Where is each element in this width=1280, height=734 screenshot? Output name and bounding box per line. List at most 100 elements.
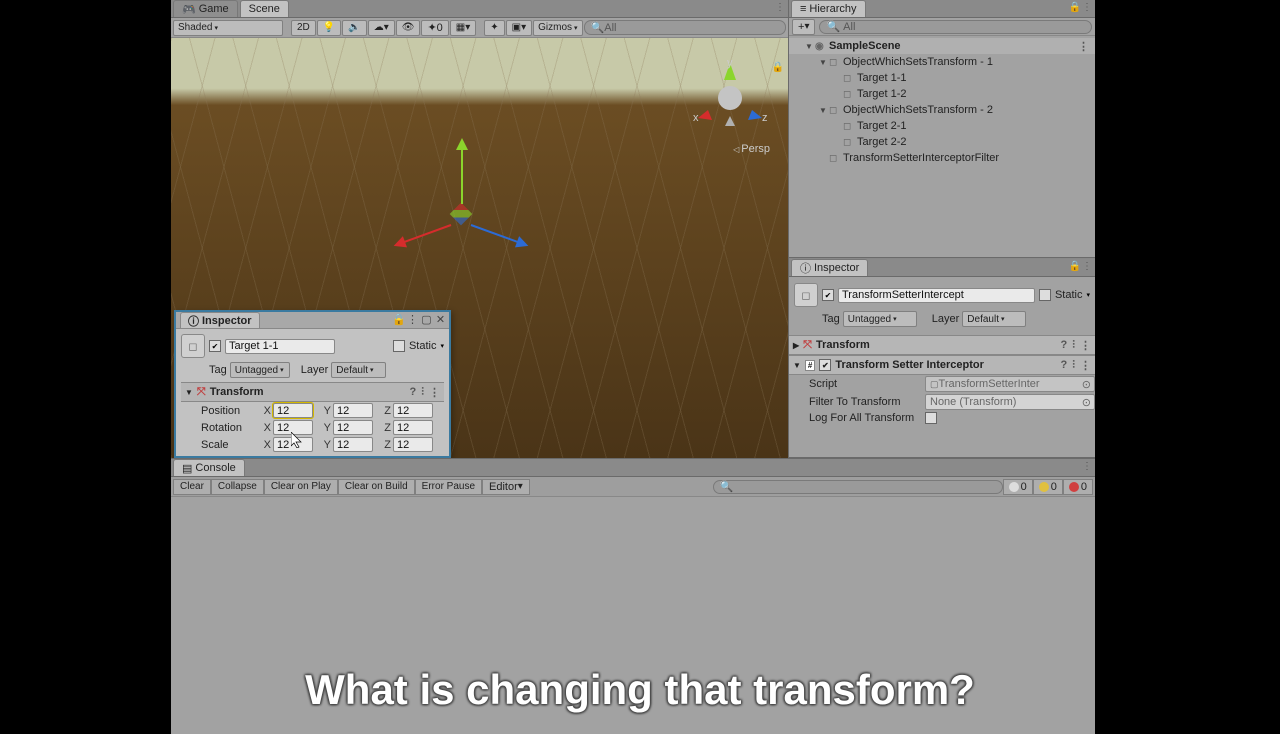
scale-y-input[interactable] bbox=[333, 437, 373, 452]
tree-row[interactable]: ◻TransformSetterInterceptorFilter bbox=[789, 150, 1095, 166]
transform-component-header[interactable]: ▶ ⤧ Transform ?⫶⋮ bbox=[789, 335, 1095, 355]
gizmos-dropdown[interactable]: Gizmos bbox=[533, 20, 582, 36]
script-component-header[interactable]: ▼ # ✔ Transform Setter Interceptor ?⫶⋮ bbox=[789, 355, 1095, 375]
layer-label: Layer bbox=[301, 364, 329, 376]
panel-controls[interactable]: 🔒 ⋮ bbox=[1069, 2, 1091, 13]
orientation-gizmo[interactable]: x y z bbox=[690, 58, 770, 138]
tree-row[interactable]: ◻Target 1-2 bbox=[789, 86, 1095, 102]
help-icon[interactable]: ? bbox=[1061, 359, 1068, 371]
lock-icon[interactable]: 🔒 bbox=[772, 62, 784, 73]
panel-controls[interactable]: 🔒 ⋮ bbox=[1069, 261, 1091, 272]
scale-z-input[interactable] bbox=[393, 437, 433, 452]
tree-row[interactable]: ◻Target 1-1 bbox=[789, 70, 1095, 86]
preset-icon[interactable]: ⫶ bbox=[421, 386, 424, 399]
inspector-tabstrip: ⓘInspector 🔒 ⋮ bbox=[789, 259, 1095, 277]
object-picker-icon[interactable]: ⊙ bbox=[1082, 396, 1091, 409]
rotation-x-input[interactable] bbox=[273, 420, 313, 435]
tab-context-icon[interactable]: ⋮ bbox=[775, 2, 784, 13]
layer-dropdown[interactable]: Default bbox=[962, 311, 1026, 327]
tab-hierarchy[interactable]: ≡Hierarchy bbox=[791, 0, 866, 17]
hidden-toggle[interactable]: 👁 bbox=[396, 20, 421, 36]
fx-count[interactable]: ✦0 bbox=[421, 20, 448, 36]
create-button[interactable]: +▾ bbox=[792, 19, 815, 35]
menu-icon[interactable]: ⋮ bbox=[406, 313, 419, 326]
floating-inspector-titlebar[interactable]: ⓘ Inspector 🔒 ⋮ ▢ ✕ bbox=[176, 312, 449, 329]
object-picker-icon[interactable]: ⊙ bbox=[1082, 378, 1091, 391]
log-checkbox[interactable] bbox=[925, 412, 937, 424]
console-tabstrip: ▤Console ⋮ bbox=[171, 459, 1095, 477]
layer-dropdown[interactable]: Default bbox=[331, 362, 386, 378]
object-name-input[interactable] bbox=[225, 339, 335, 354]
scene-row[interactable]: ▼◉SampleScene⋮ bbox=[789, 38, 1095, 54]
static-checkbox[interactable] bbox=[1039, 289, 1051, 301]
foldout-icon[interactable]: ▼ bbox=[793, 361, 801, 370]
enabled-checkbox[interactable]: ✔ bbox=[209, 340, 221, 352]
console-search[interactable]: 🔍 bbox=[713, 480, 1003, 494]
scale-x-input[interactable] bbox=[273, 437, 313, 452]
collapse-button[interactable]: Collapse bbox=[211, 479, 264, 495]
mode2d-button[interactable]: 2D bbox=[291, 20, 316, 36]
menu-icon[interactable]: ⋮ bbox=[1080, 359, 1091, 372]
lighting-toggle[interactable]: 💡 bbox=[317, 20, 341, 36]
chevron-down-icon[interactable]: ▾ bbox=[440, 342, 444, 350]
info-count[interactable]: 0 bbox=[1003, 479, 1033, 495]
maximize-icon[interactable]: ▢ bbox=[420, 313, 433, 326]
tag-dropdown[interactable]: Untagged bbox=[230, 362, 290, 378]
chevron-down-icon[interactable]: ▾ bbox=[1086, 291, 1090, 299]
audio-toggle[interactable]: 🔊 bbox=[342, 20, 366, 36]
error-pause-button[interactable]: Error Pause bbox=[415, 479, 482, 495]
foldout-icon[interactable]: ▼ bbox=[185, 388, 193, 397]
rotation-y-input[interactable] bbox=[333, 420, 373, 435]
menu-icon[interactable]: ⋮ bbox=[429, 386, 440, 399]
static-checkbox[interactable] bbox=[393, 340, 405, 352]
clear-on-build-button[interactable]: Clear on Build bbox=[338, 479, 415, 495]
tree-row[interactable]: ◻Target 2-1 bbox=[789, 118, 1095, 134]
error-count[interactable]: 0 bbox=[1063, 479, 1093, 495]
hierarchy-search[interactable]: 🔍All bbox=[819, 20, 1092, 34]
position-x-input[interactable] bbox=[273, 403, 313, 418]
clear-on-play-button[interactable]: Clear on Play bbox=[264, 479, 338, 495]
lock-icon[interactable]: 🔒 bbox=[392, 313, 405, 326]
tab-console[interactable]: ▤Console bbox=[173, 459, 245, 476]
tab-game[interactable]: 🎮 Game bbox=[173, 0, 238, 17]
preset-icon[interactable]: ⫶ bbox=[1072, 339, 1075, 352]
help-icon[interactable]: ? bbox=[1061, 339, 1068, 351]
hierarchy-panel: ≡Hierarchy 🔒 ⋮ +▾ 🔍All ▼◉SampleScene⋮ ▼◻… bbox=[789, 0, 1095, 258]
rotation-z-input[interactable] bbox=[393, 420, 433, 435]
tool2[interactable]: ▣▾ bbox=[506, 20, 532, 36]
filter-field[interactable]: None (Transform)⊙ bbox=[925, 394, 1095, 410]
transform-icon: ⤧ bbox=[803, 339, 812, 352]
grid-toggle[interactable]: ▦▾ bbox=[450, 20, 476, 36]
tab-context-icon[interactable]: ⋮ bbox=[1082, 461, 1091, 472]
enabled-checkbox[interactable]: ✔ bbox=[822, 289, 834, 301]
tab-scene[interactable]: Scene bbox=[240, 0, 289, 17]
component-enabled-checkbox[interactable]: ✔ bbox=[819, 359, 831, 371]
tree-row[interactable]: ▼◻ObjectWhichSetsTransform - 2 bbox=[789, 102, 1095, 118]
floating-inspector-tab[interactable]: ⓘ Inspector bbox=[180, 312, 260, 328]
position-y-input[interactable] bbox=[333, 403, 373, 418]
tree-row[interactable]: ▼◻ObjectWhichSetsTransform - 1 bbox=[789, 54, 1095, 70]
menu-icon[interactable]: ⋮ bbox=[1078, 40, 1089, 53]
scene-viewport[interactable]: 🔒 x y z ◁Persp bbox=[171, 38, 788, 458]
help-icon[interactable]: ? bbox=[410, 386, 417, 398]
gameobject-icon[interactable]: ◻ bbox=[181, 334, 205, 358]
close-icon[interactable]: ✕ bbox=[434, 313, 447, 326]
scene-search[interactable]: 🔍All bbox=[584, 20, 786, 35]
fx-toggle[interactable]: ☁▾ bbox=[368, 20, 395, 36]
tool1[interactable]: ✦ bbox=[484, 20, 504, 36]
transform-component-header[interactable]: ▼ ⤧ Transform ?⫶⋮ bbox=[181, 382, 444, 402]
foldout-icon[interactable]: ▶ bbox=[793, 341, 799, 350]
shading-dropdown[interactable]: Shaded bbox=[173, 20, 283, 36]
warn-count[interactable]: 0 bbox=[1033, 479, 1063, 495]
editor-dropdown[interactable]: Editor ▾ bbox=[482, 479, 530, 495]
gameobject-icon[interactable]: ◻ bbox=[794, 283, 818, 307]
menu-icon[interactable]: ⋮ bbox=[1080, 339, 1091, 352]
object-name-input[interactable] bbox=[838, 288, 1035, 303]
position-z-input[interactable] bbox=[393, 403, 433, 418]
tree-row[interactable]: ◻Target 2-2 bbox=[789, 134, 1095, 150]
tag-dropdown[interactable]: Untagged bbox=[843, 311, 917, 327]
projection-label[interactable]: ◁Persp bbox=[733, 143, 770, 155]
tab-inspector[interactable]: ⓘInspector bbox=[791, 259, 868, 276]
preset-icon[interactable]: ⫶ bbox=[1072, 359, 1075, 372]
clear-button[interactable]: Clear bbox=[173, 479, 211, 495]
